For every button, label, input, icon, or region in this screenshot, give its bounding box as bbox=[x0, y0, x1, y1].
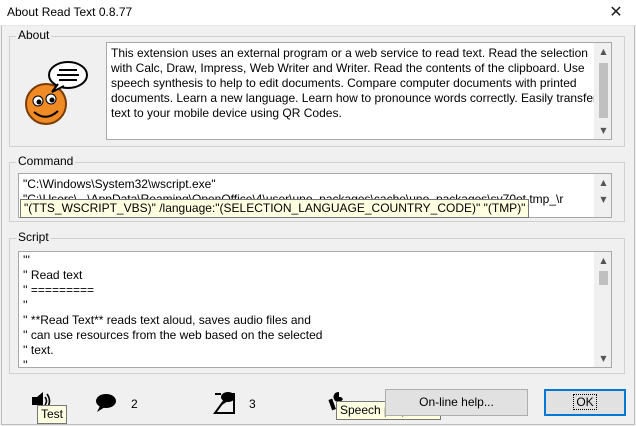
scroll-down-icon[interactable]: ▼ bbox=[595, 122, 611, 139]
about-line: This extension uses an external program … bbox=[111, 46, 588, 60]
close-icon[interactable]: ✕ bbox=[596, 0, 636, 26]
script-line: '' text. bbox=[23, 343, 54, 357]
about-text-area[interactable]: This extension uses an external program … bbox=[106, 42, 612, 140]
window-title: About Read Text 0.8.77 bbox=[7, 5, 133, 19]
scroll-thumb[interactable] bbox=[599, 271, 608, 285]
about-text: This extension uses an external program … bbox=[111, 46, 598, 121]
scroll-down-icon[interactable]: ▼ bbox=[595, 191, 611, 208]
scroll-up-icon[interactable]: ▲ bbox=[595, 43, 611, 60]
ok-label: OK bbox=[573, 394, 597, 410]
scroll-up-icon[interactable]: ▲ bbox=[595, 252, 611, 269]
script-line: ''' bbox=[23, 253, 30, 267]
script-line: '' bbox=[23, 298, 28, 312]
script-legend: Script bbox=[16, 230, 51, 244]
ok-button[interactable]: OK bbox=[544, 389, 626, 416]
scroll-thumb[interactable] bbox=[599, 63, 608, 118]
title-bar: About Read Text 0.8.77 ✕ bbox=[0, 0, 636, 26]
online-help-button[interactable]: On-line help... bbox=[385, 389, 528, 416]
face-speech-logo bbox=[25, 61, 88, 125]
script-text: ''' '' Read text '' ========= '' '' **Re… bbox=[23, 253, 591, 368]
clipboard-speech-icon[interactable] bbox=[212, 390, 238, 414]
about-line: speech synthesis to help to edit documen… bbox=[111, 76, 577, 90]
script-line: '' bbox=[23, 358, 28, 368]
command-legend: Command bbox=[16, 154, 76, 168]
speech-bubble-icon[interactable] bbox=[94, 393, 118, 413]
command-line-1: "C:\Windows\System32\wscript.exe" bbox=[23, 177, 216, 191]
count-label: 3 bbox=[249, 397, 256, 411]
scroll-up-icon[interactable]: ▲ bbox=[595, 174, 611, 191]
about-line: with Calc, Draw, Impress, Web Writer and… bbox=[111, 61, 585, 75]
script-line: '' Read text bbox=[23, 268, 83, 282]
about-line: documents. Learn a new language. Learn h… bbox=[111, 91, 598, 105]
about-line: text to your mobile device using QR Code… bbox=[111, 106, 342, 120]
command-scrollbar[interactable]: ▲ ▼ bbox=[594, 174, 611, 217]
script-text-area[interactable]: ''' '' Read text '' ========= '' '' **Re… bbox=[18, 251, 612, 368]
count-label: 2 bbox=[131, 397, 138, 411]
script-line: '' ========= bbox=[23, 283, 94, 297]
command-tooltip: "(TTS_WSCRIPT_VBS)" /language:"(SELECTIO… bbox=[20, 199, 530, 218]
about-legend: About bbox=[16, 28, 52, 42]
scroll-down-icon[interactable]: ▼ bbox=[595, 350, 611, 367]
online-help-label: On-line help... bbox=[419, 395, 494, 409]
test-tooltip: Test bbox=[37, 405, 68, 424]
script-line: '' can use resources from the web based … bbox=[23, 328, 323, 342]
about-scrollbar[interactable]: ▲ ▼ bbox=[594, 43, 611, 139]
script-scrollbar[interactable]: ▲ ▼ bbox=[594, 252, 611, 367]
script-line: '' **Read Text** reads text aloud, saves… bbox=[23, 313, 311, 327]
